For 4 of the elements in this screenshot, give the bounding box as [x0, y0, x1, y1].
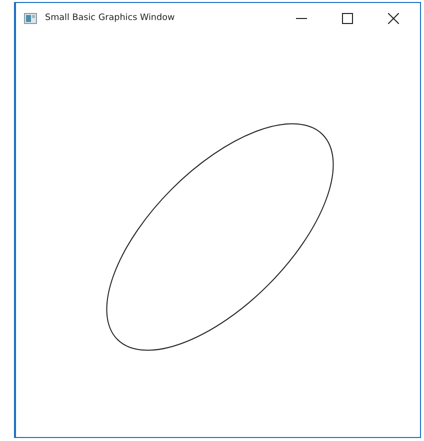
app-icon	[24, 12, 37, 24]
maximize-icon	[342, 12, 352, 24]
window-title: Small Basic Graphics Window	[45, 13, 176, 23]
close-icon	[388, 12, 398, 24]
